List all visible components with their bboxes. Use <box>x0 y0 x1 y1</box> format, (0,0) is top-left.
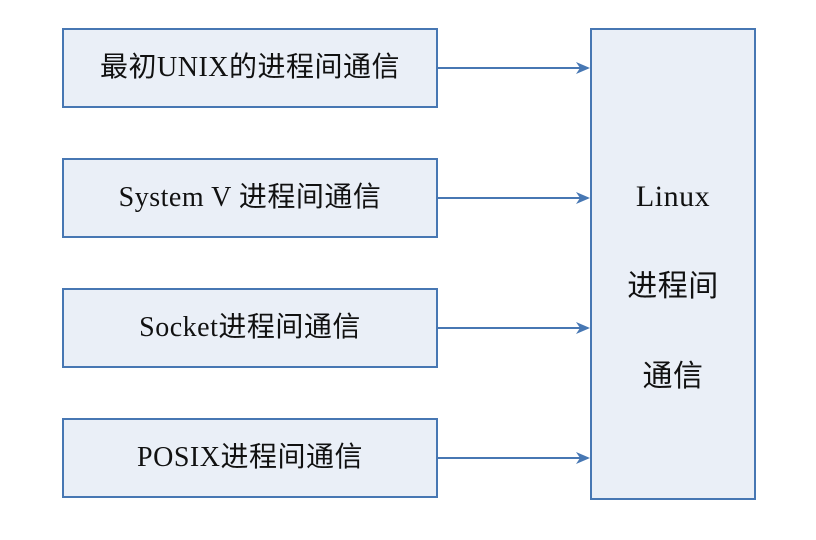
source-box-unix: 最初UNIX的进程间通信 <box>62 28 438 108</box>
target-box-label-line2: 进程间 <box>627 270 719 303</box>
target-box-label: Linux 进程间 通信 <box>627 129 719 399</box>
target-box-label-line3: 通信 <box>643 360 704 393</box>
target-box-linux-ipc: Linux 进程间 通信 <box>590 28 756 500</box>
source-box-label: 最初UNIX的进程间通信 <box>100 50 400 86</box>
source-box-label: Socket进程间通信 <box>139 310 361 346</box>
source-box-socket: Socket进程间通信 <box>62 288 438 368</box>
target-box-label-line1: Linux <box>636 180 710 213</box>
source-box-posix: POSIX进程间通信 <box>62 418 438 498</box>
diagram-canvas: 最初UNIX的进程间通信 System V 进程间通信 Socket进程间通信 … <box>0 0 816 540</box>
source-box-systemv: System V 进程间通信 <box>62 158 438 238</box>
source-box-label: System V 进程间通信 <box>119 180 382 216</box>
source-box-label: POSIX进程间通信 <box>137 440 363 476</box>
